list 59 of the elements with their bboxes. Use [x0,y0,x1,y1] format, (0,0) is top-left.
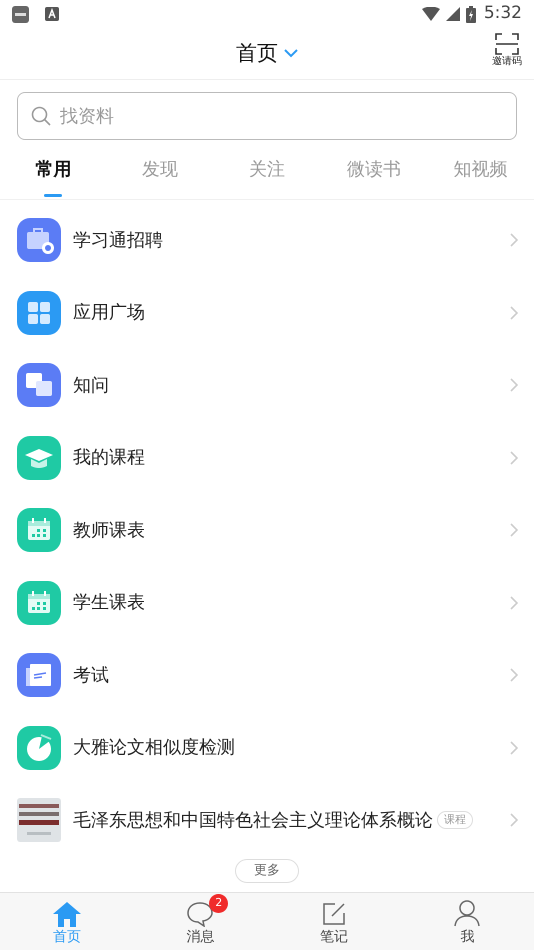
item-label: 学生课表 [73,591,145,616]
item-label: 大雅论文相似度检测 [73,736,235,760]
unread-badge: 2 [209,894,228,913]
item-label: 考试 [73,664,109,688]
tab[interactable]: 常用 [0,140,107,199]
list-item[interactable]: 教师课表 [0,494,534,566]
calendar-icon [17,580,61,625]
list-item[interactable]: 考试 [0,639,534,712]
chevron-right-icon [510,233,518,248]
wifi-icon [422,7,440,21]
home-icon [52,901,82,927]
signal-icon [446,7,460,21]
chevron-right-icon [510,668,518,682]
chevron-right-icon [510,596,518,610]
paper-icon [17,653,61,698]
app-notification-icon [12,6,29,22]
chat-bubble-icon [186,901,214,927]
person-icon [454,899,480,927]
pie-chart-icon [17,726,61,770]
chevron-right-icon [510,523,518,538]
status-time: 5:32 [484,2,522,26]
list-item[interactable]: 学习通招聘 [0,204,534,276]
nav-tab[interactable]: 2 消息 [134,893,267,950]
list-item[interactable]: 知问 [0,349,534,422]
chevron-right-icon [510,740,518,755]
grid-icon [17,290,61,335]
scan-icon [495,33,519,55]
chevron-down-icon [284,49,298,58]
item-label: 应用广场 [73,301,145,326]
speech-bubbles-icon [17,363,61,408]
nav-tab[interactable]: 笔记 [267,893,400,950]
calendar-icon [17,508,61,552]
briefcase-icon [17,218,61,262]
item-label: 学习通招聘 [73,228,163,253]
item-label: 知问 [73,374,109,398]
list-item[interactable]: 我的课程 [0,422,534,494]
course-tag: 课程 [437,811,473,830]
graduation-cap-icon [17,436,61,480]
list-item[interactable]: 大雅论文相似度检测 [0,712,534,784]
chevron-right-icon [510,378,518,392]
more-button[interactable]: 更多 [235,858,299,882]
item-label: 我的课程 [73,446,145,470]
tab-indicator [44,194,62,197]
chevron-right-icon [510,813,518,828]
list-item[interactable]: 学生课表 [0,566,534,639]
item-label: 教师课表 [73,518,145,543]
search-icon [31,106,51,126]
list-item[interactable]: 应用广场 [0,276,534,349]
list-item[interactable]: 毛泽东思想和中国特色社会主义理论体系概论 课程 [0,784,534,856]
title-dropdown[interactable]: 首页 [236,38,298,70]
battery-icon [466,6,476,22]
edit-note-icon [320,901,347,927]
search-field[interactable]: 找资料 [17,92,517,140]
nav-tab[interactable]: 我 [400,893,534,950]
invite-code-button[interactable]: 邀请码 [492,33,522,67]
app-notification-icon [45,7,59,21]
chevron-right-icon [510,306,518,320]
item-label: 毛泽东思想和中国特色社会主义理论体系概论 [73,808,433,833]
chevron-right-icon [510,450,518,465]
